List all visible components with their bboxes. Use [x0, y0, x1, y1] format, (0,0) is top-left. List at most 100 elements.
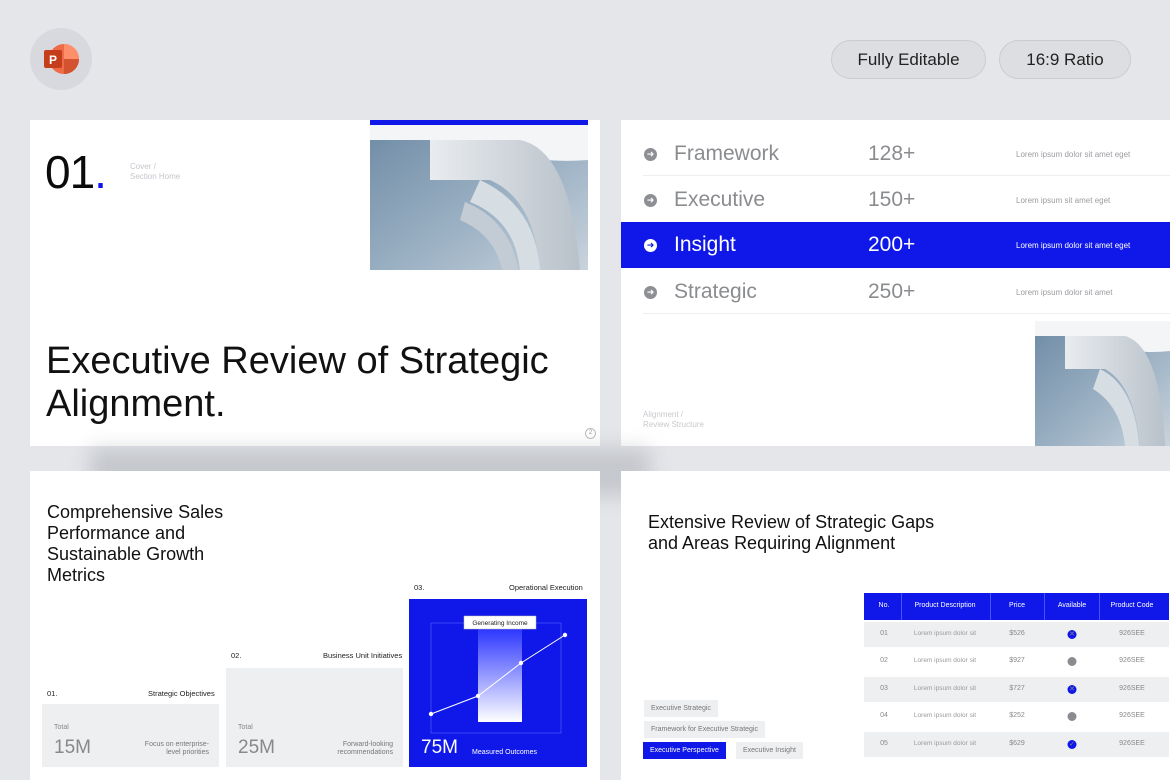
row-label: Strategic — [674, 280, 757, 303]
cell-description: Lorem ipsum dolor sit — [913, 657, 977, 664]
metric-value: 15M — [54, 737, 91, 758]
col-heading: Strategic Objectives — [148, 689, 215, 698]
metric-label: Total — [238, 724, 253, 731]
col-heading: Business Unit Initiatives — [323, 651, 403, 660]
check-icon: ✓ — [1067, 740, 1077, 749]
metric-label: Total — [54, 724, 69, 731]
cell-price: $727 — [1009, 685, 1025, 692]
arrow-right-icon: ➜ — [644, 147, 657, 161]
app-letter: P — [49, 53, 57, 67]
powerpoint-logo: P — [30, 28, 92, 90]
arrow-right-icon: ➜ — [644, 193, 657, 207]
col-number: 01. — [47, 689, 58, 698]
col-header: Price — [1009, 602, 1025, 609]
ratio-badge: 16:9 Ratio — [999, 40, 1131, 79]
fully-editable-badge: Fully Editable — [831, 40, 986, 79]
table-row[interactable]: 02 Lorem ipsum dolor sit $927 ✓ 926SEE — [864, 649, 1169, 674]
header-separator — [1044, 593, 1045, 620]
list-row-strategic[interactable]: ➜ Strategic 250+ Lorem ipsum dolor sit a… — [621, 269, 1170, 315]
cell-description: Lorem ipsum dolor sit — [913, 685, 977, 692]
row-value: 150+ — [868, 188, 916, 211]
header-separator — [1099, 593, 1100, 620]
cell-price: $252 — [1009, 712, 1025, 719]
architecture-photo — [1035, 321, 1170, 446]
col-header: No. — [878, 602, 890, 609]
cell-price: $526 — [1009, 630, 1025, 637]
cell-code: 926SEE — [1119, 630, 1145, 637]
metric-note: Focus on enterprise- level priorities — [144, 741, 209, 756]
tag[interactable]: Executive Strategic — [644, 700, 718, 717]
cell-no: 03 — [880, 685, 888, 692]
data-point — [428, 711, 434, 717]
table-header: No. Product Description Price Available … — [864, 593, 1169, 620]
divider — [643, 175, 1170, 176]
table-row[interactable]: 05 Lorem ipsum dolor sit $629 ✓ 926SEE — [864, 732, 1169, 757]
cell-code: 926SEE — [1119, 740, 1145, 747]
cell-code: 926SEE — [1119, 685, 1145, 692]
header-separator — [990, 593, 991, 620]
row-label: Executive — [674, 188, 766, 211]
cell-no: 02 — [880, 657, 888, 664]
metric-card: Total 25M Forward-looking recommendation… — [226, 668, 403, 767]
row-value: 200+ — [868, 233, 916, 256]
cell-no: 05 — [880, 740, 888, 747]
tag[interactable]: Executive Insight — [736, 742, 803, 759]
slide-title: Executive Review of Strategic Alignment. — [46, 340, 549, 425]
row-description: Lorem ipsum sit amet eget — [1016, 195, 1111, 205]
tag[interactable]: Framework for Executive Strategic — [644, 721, 765, 738]
col-heading: Operational Execution — [509, 583, 583, 592]
unavailable-icon: ✕ — [1067, 630, 1077, 639]
section-number: 01. — [45, 146, 107, 198]
data-point — [475, 693, 481, 699]
cell-description: Lorem ipsum dolor sit — [913, 712, 977, 719]
metric-card: Total 15M Focus on enterprise- level pri… — [42, 704, 219, 767]
arrow-right-icon: ➜ — [644, 285, 657, 299]
cell-price: $927 — [1009, 657, 1025, 664]
row-description: Lorem ipsum dolor sit amet eget — [1016, 240, 1131, 250]
section-meta: Alignment / Review Structure — [643, 410, 704, 429]
page-number: 2 — [585, 428, 596, 439]
cell-code: 926SEE — [1119, 712, 1145, 719]
table-row[interactable]: 04 Lorem ipsum dolor sit $252 ✓ 926SEE — [864, 704, 1169, 729]
unavailable-icon: ✕ — [1067, 685, 1077, 694]
row-value: 128+ — [868, 142, 916, 165]
accent-bar — [370, 120, 588, 125]
metric-value: 75M — [421, 737, 458, 758]
cell-description: Lorem ipsum dolor sit — [913, 630, 977, 637]
header-separator — [901, 593, 902, 620]
tag-active[interactable]: Executive Perspective — [643, 742, 726, 759]
check-icon: ✓ — [1067, 657, 1077, 666]
list-row-insight[interactable]: ➜ Insight 200+ Lorem ipsum dolor sit ame… — [621, 222, 1170, 268]
arrow-right-icon: ➜ — [644, 238, 657, 252]
col-header: Available — [1057, 602, 1087, 609]
cell-no: 01 — [880, 630, 888, 637]
row-label: Insight — [674, 233, 736, 256]
section-meta: Cover / Section Home — [130, 162, 181, 181]
divider — [643, 313, 1170, 314]
cell-code: 926SEE — [1119, 657, 1145, 664]
table-row[interactable]: 03 Lorem ipsum dolor sit $727 ✕ 926SEE — [864, 677, 1169, 702]
row-description: Lorem ipsum dolor sit amet — [1016, 287, 1113, 297]
cell-price: $629 — [1009, 740, 1025, 747]
metric-note: Measured Outcomes — [472, 749, 537, 756]
col-header: Product Description — [914, 602, 976, 609]
row-label: Framework — [674, 142, 780, 165]
slide-title: Comprehensive Sales Performance and Sust… — [47, 502, 224, 585]
row-value: 250+ — [868, 280, 916, 303]
architecture-photo — [370, 120, 588, 270]
list-row-framework[interactable]: ➜ Framework 128+ Lorem ipsum dolor sit a… — [621, 131, 1170, 177]
row-description: Lorem ipsum dolor sit amet eget — [1016, 149, 1131, 159]
col-header: Product Code — [1110, 602, 1154, 609]
table-row[interactable]: 01 Lorem ipsum dolor sit $526 ✕ 926SEE — [864, 622, 1169, 647]
list-row-executive[interactable]: ➜ Executive 150+ Lorem ipsum sit amet eg… — [621, 177, 1170, 223]
metric-value: 25M — [238, 737, 275, 758]
powerpoint-icon: P — [44, 44, 79, 74]
col-number: 03. — [414, 583, 425, 592]
cell-no: 04 — [880, 712, 888, 719]
slide-title: Extensive Review of Strategic Gaps and A… — [648, 512, 935, 553]
cell-description: Lorem ipsum dolor sit — [913, 740, 977, 747]
data-point — [562, 632, 568, 638]
data-point — [518, 660, 524, 666]
metric-note: Forward-looking recommendations — [337, 741, 393, 756]
check-icon: ✓ — [1067, 712, 1077, 721]
